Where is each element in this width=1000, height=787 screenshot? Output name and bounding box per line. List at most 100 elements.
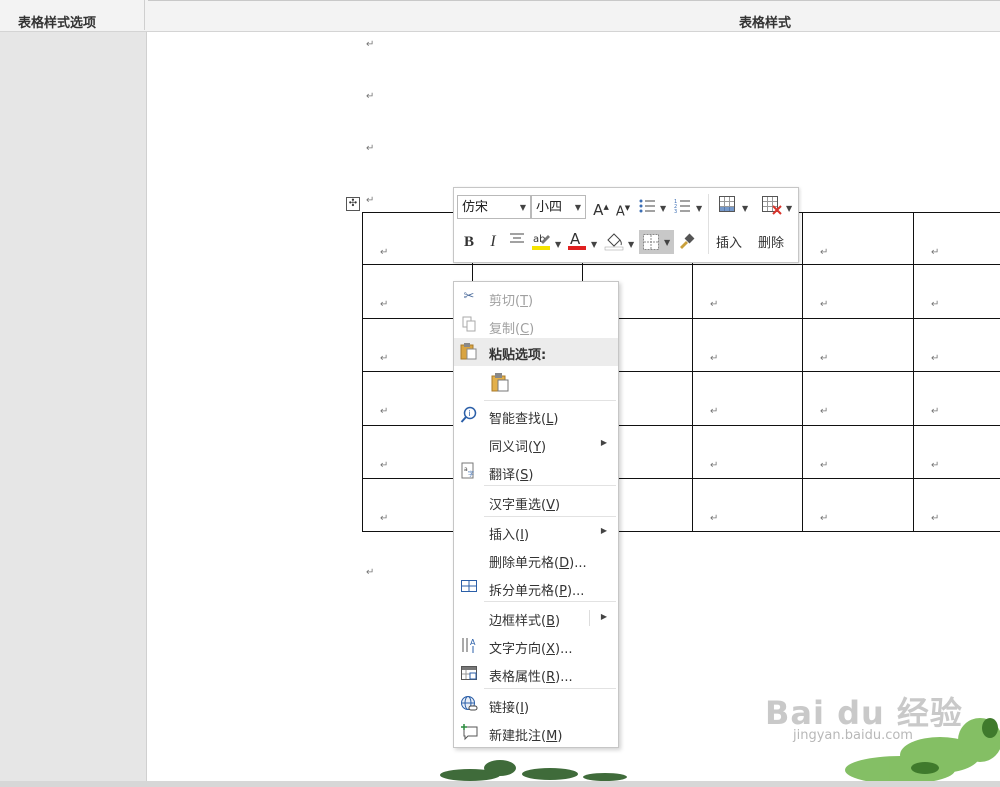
table-cell-mark[interactable]: ↵ (820, 461, 828, 471)
copy-icon (460, 316, 478, 334)
table-row-border (362, 264, 1000, 265)
split-cells-icon (460, 578, 478, 596)
menu-separator (484, 485, 616, 486)
scissors-icon: ✂ (463, 289, 475, 304)
insert-table-icon[interactable] (718, 195, 738, 215)
bullet-list-icon[interactable] (637, 197, 657, 217)
chevron-down-icon[interactable]: ▼ (696, 204, 702, 213)
italic-icon[interactable]: I (483, 232, 503, 252)
menu-item-hanzi-reselect[interactable]: 汉字重选(V) (454, 488, 618, 516)
paragraph-mark: ↵ (366, 567, 375, 578)
menu-item-text-direction[interactable]: A 文字方向(X)... (454, 632, 618, 660)
svg-text:A: A (570, 230, 581, 248)
tree-decoration (440, 760, 627, 781)
table-cell-mark[interactable]: ↵ (931, 248, 939, 258)
table-cell-mark[interactable]: ↵ (380, 461, 388, 471)
table-cell-mark[interactable]: ↵ (931, 354, 939, 364)
font-size-combo[interactable]: 小四 ▼ (531, 195, 586, 219)
menu-item-copy[interactable]: 复制(C) (454, 312, 618, 340)
link-icon (460, 695, 478, 713)
text-direction-icon: A (460, 636, 478, 654)
ribbon-group-labels: 表格样式选项 表格样式 (0, 0, 1000, 32)
table-cell-mark[interactable]: ↵ (710, 354, 718, 364)
numbered-list-icon[interactable]: 123 (672, 197, 692, 217)
format-painter-icon[interactable] (676, 232, 696, 252)
chevron-right-icon: ▶ (600, 612, 607, 621)
grow-font-icon[interactable]: A▲ (591, 197, 611, 219)
table-cell-mark[interactable]: ↵ (820, 354, 828, 364)
table-cell-mark[interactable]: ↵ (820, 407, 828, 417)
menu-separator (484, 516, 616, 517)
move-icon[interactable]: ✣ (346, 197, 360, 211)
table-cell-mark[interactable]: ↵ (710, 407, 718, 417)
menu-item-link[interactable]: 链接(I) (454, 691, 618, 719)
menu-item-border-styles[interactable]: 边框样式(B) ▶ (454, 604, 618, 632)
menu-header-paste-options: 粘贴选项: (454, 338, 618, 366)
chevron-down-icon[interactable]: ▼ (786, 204, 792, 213)
chevron-down-icon[interactable]: ▼ (591, 240, 597, 249)
menu-item-insert[interactable]: 插入(I) ▶ (454, 518, 618, 546)
chevron-down-icon[interactable]: ▼ (555, 240, 561, 249)
context-menu: ✂ 剪切(T) 复制(C) 粘贴选项: i 智能查找(L) 同义词(Y) ▶ a… (453, 281, 619, 748)
menu-item-delete-cells[interactable]: 删除单元格(D)... (454, 546, 618, 574)
font-name-value: 仿宋 (462, 200, 489, 215)
table-cell-mark[interactable]: ↵ (380, 354, 388, 364)
toolbar-separator (708, 194, 709, 254)
table-cell-mark[interactable]: ↵ (931, 407, 939, 417)
menu-item-translate[interactable]: a字 翻译(S) (454, 458, 618, 486)
table-cell-mark[interactable]: ↵ (380, 300, 388, 310)
svg-text:字: 字 (468, 470, 474, 478)
table-column-border (802, 212, 803, 531)
borders-button[interactable]: ▼ (639, 230, 674, 254)
watermark-url: jingyan.baidu.com (793, 728, 913, 743)
table-cell-mark[interactable]: ↵ (380, 407, 388, 417)
font-name-combo[interactable]: 仿宋 ▼ (457, 195, 531, 219)
status-bar (0, 781, 1000, 787)
menu-item-split-cells[interactable]: 拆分单元格(P)... (454, 574, 618, 602)
bold-icon[interactable]: B (459, 232, 479, 252)
chevron-down-icon[interactable]: ▼ (660, 204, 666, 213)
table-cell-mark[interactable]: ↵ (931, 461, 939, 471)
left-margin-pane (0, 32, 147, 781)
delete-label[interactable]: 删除 (758, 232, 784, 251)
paragraph-mark: ↵ (366, 91, 375, 102)
table-cell-mark[interactable]: ↵ (931, 514, 939, 524)
smart-lookup-icon: i (460, 406, 478, 424)
chevron-right-icon: ▶ (600, 438, 607, 447)
center-align-icon[interactable] (507, 232, 527, 252)
table-cell-mark[interactable]: ↵ (380, 514, 388, 524)
paste-keep-formatting[interactable] (454, 368, 618, 398)
shrink-font-icon[interactable]: A▼ (613, 198, 633, 219)
highlight-icon[interactable]: ab (531, 230, 551, 250)
menu-item-synonyms[interactable]: 同义词(Y) ▶ (454, 430, 618, 458)
table-cell-mark[interactable]: ↵ (820, 248, 828, 258)
menu-item-cut[interactable]: ✂ 剪切(T) (454, 284, 618, 312)
delete-table-icon[interactable] (761, 195, 782, 215)
table-cell-mark[interactable]: ↵ (931, 300, 939, 310)
table-cell-mark[interactable]: ↵ (820, 514, 828, 524)
chevron-down-icon[interactable]: ▼ (628, 240, 634, 249)
menu-item-smart-lookup[interactable]: i 智能查找(L) (454, 402, 618, 430)
menu-item-new-comment[interactable]: 新建批注(M) (454, 719, 618, 747)
paste-icon (490, 372, 509, 392)
font-color-icon[interactable]: A (567, 230, 587, 250)
shading-icon[interactable] (604, 230, 624, 251)
chevron-down-icon[interactable]: ▼ (742, 204, 748, 213)
table-cell-mark[interactable]: ↵ (820, 300, 828, 310)
table-styles-group-label: 表格样式 (739, 16, 792, 31)
table-cell-mark[interactable]: ↵ (710, 461, 718, 471)
font-size-value: 小四 (536, 200, 563, 215)
chevron-right-icon: ▶ (600, 526, 607, 535)
table-cell-mark[interactable]: ↵ (710, 300, 718, 310)
table-cell-mark[interactable]: ↵ (380, 248, 388, 258)
table-cell-mark[interactable]: ↵ (710, 514, 718, 524)
clipboard-icon (460, 342, 478, 360)
mini-toolbar: 仿宋 ▼ 小四 ▼ A▲ A▼ ▼ 123 ▼ ▼ ▼ B I ab ▼ A ▼… (453, 187, 799, 263)
paragraph-mark: ↵ (366, 39, 375, 50)
watermark: Bai du 经验 jingyan.baidu.com (755, 680, 1000, 750)
menu-separator (484, 400, 616, 401)
svg-text:i: i (469, 409, 471, 418)
insert-label[interactable]: 插入 (716, 232, 742, 251)
menu-item-table-properties[interactable]: 表格属性(R)... (454, 660, 618, 688)
svg-text:3: 3 (674, 209, 677, 215)
